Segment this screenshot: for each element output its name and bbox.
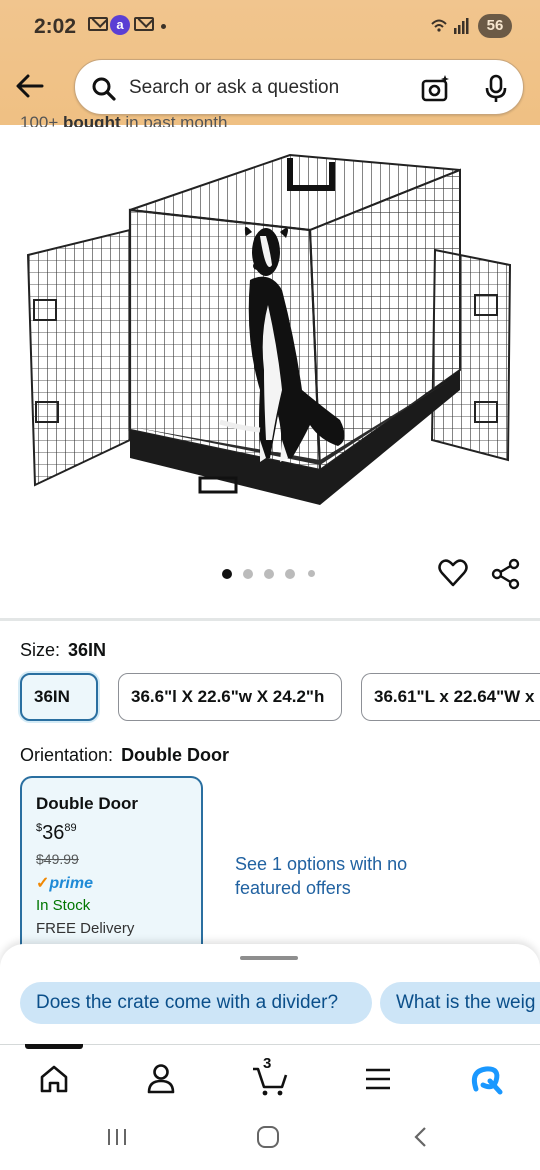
- orientation-label-row: Orientation: Double Door: [20, 745, 229, 766]
- option-title: Double Door: [36, 794, 138, 813]
- size-option-dimensions[interactable]: 36.6"l X 22.6"w X 24.2"h: [118, 673, 342, 721]
- mail-icon: [134, 17, 154, 31]
- product-image[interactable]: [20, 140, 520, 520]
- size-label: Size:: [20, 640, 61, 660]
- account-icon[interactable]: [141, 1059, 181, 1099]
- carousel-dot[interactable]: [222, 569, 232, 579]
- cart-count-badge: 3: [263, 1055, 272, 1072]
- active-tab-indicator: [25, 1044, 83, 1049]
- carousel-dot[interactable]: [285, 569, 295, 579]
- image-carousel-indicator: [222, 568, 322, 580]
- prime-badge: ✓prime: [36, 875, 93, 892]
- sheet-drag-handle[interactable]: [240, 956, 298, 960]
- orientation-label: Orientation:: [20, 745, 114, 765]
- suggested-questions-sheet: Does the crate come with a divider? What…: [0, 944, 540, 1044]
- camera-search-icon[interactable]: [421, 74, 451, 104]
- list-price: $49.99: [36, 851, 79, 867]
- left-door: [26, 228, 131, 487]
- system-back-icon[interactable]: [408, 1124, 434, 1150]
- orientation-option-double-door[interactable]: Double Door $3689 $49.99 ✓prime In Stock…: [20, 776, 203, 966]
- option-price: $3689: [36, 822, 77, 844]
- bought-in-past-month-text: 100+ bought in past month: [20, 113, 228, 127]
- stock-status: In Stock: [36, 897, 91, 914]
- rufus-ai-icon[interactable]: [466, 1059, 506, 1099]
- search-icon: [92, 77, 116, 101]
- assistant-app-icon: a: [110, 15, 130, 35]
- size-selected-value: 36IN: [68, 640, 107, 660]
- size-label-row: Size: 36IN: [20, 640, 106, 661]
- carousel-dot[interactable]: [308, 570, 315, 577]
- menu-icon[interactable]: [358, 1059, 398, 1099]
- home-button-icon[interactable]: [255, 1124, 281, 1150]
- notification-dot-icon: [161, 24, 166, 29]
- system-navigation-bar: [0, 1106, 540, 1170]
- recent-apps-icon[interactable]: [104, 1124, 130, 1150]
- question-chip[interactable]: What is the weig: [380, 982, 540, 1024]
- right-door: [430, 248, 512, 462]
- size-option-36in[interactable]: 36IN: [20, 673, 98, 721]
- wifi-signal-icon: [431, 18, 469, 34]
- search-bar[interactable]: [74, 59, 524, 116]
- app-screen: 2:02 a 56 Search or ask a question 100+ …: [0, 0, 540, 1170]
- prime-check-icon: ✓: [36, 875, 50, 892]
- back-arrow-icon[interactable]: [12, 68, 48, 104]
- question-chip[interactable]: Does the crate come with a divider?: [20, 982, 372, 1024]
- carousel-dot[interactable]: [243, 569, 253, 579]
- delivery-info: FREE Delivery: [36, 920, 135, 937]
- status-time: 2:02: [34, 15, 77, 38]
- heart-icon[interactable]: [438, 558, 468, 588]
- size-option-dimensions-alt[interactable]: 36.61"L x 22.64"W x: [361, 673, 540, 721]
- home-icon[interactable]: [34, 1059, 74, 1099]
- microphone-icon[interactable]: [483, 74, 509, 104]
- header: 2:02 a 56: [0, 0, 540, 125]
- orientation-selected-value: Double Door: [121, 745, 230, 765]
- see-options-link[interactable]: See 1 options with no featured offers: [235, 852, 435, 900]
- section-divider: [0, 618, 540, 621]
- cart-button[interactable]: 3: [250, 1055, 290, 1099]
- carousel-dot[interactable]: [264, 569, 274, 579]
- battery-indicator: 56: [478, 14, 512, 38]
- mail-icon: [88, 17, 108, 31]
- search-input[interactable]: [129, 60, 409, 116]
- share-icon[interactable]: [490, 558, 522, 590]
- status-bar: 2:02 a 56: [0, 0, 540, 56]
- bottom-navigation: 3: [0, 1044, 540, 1106]
